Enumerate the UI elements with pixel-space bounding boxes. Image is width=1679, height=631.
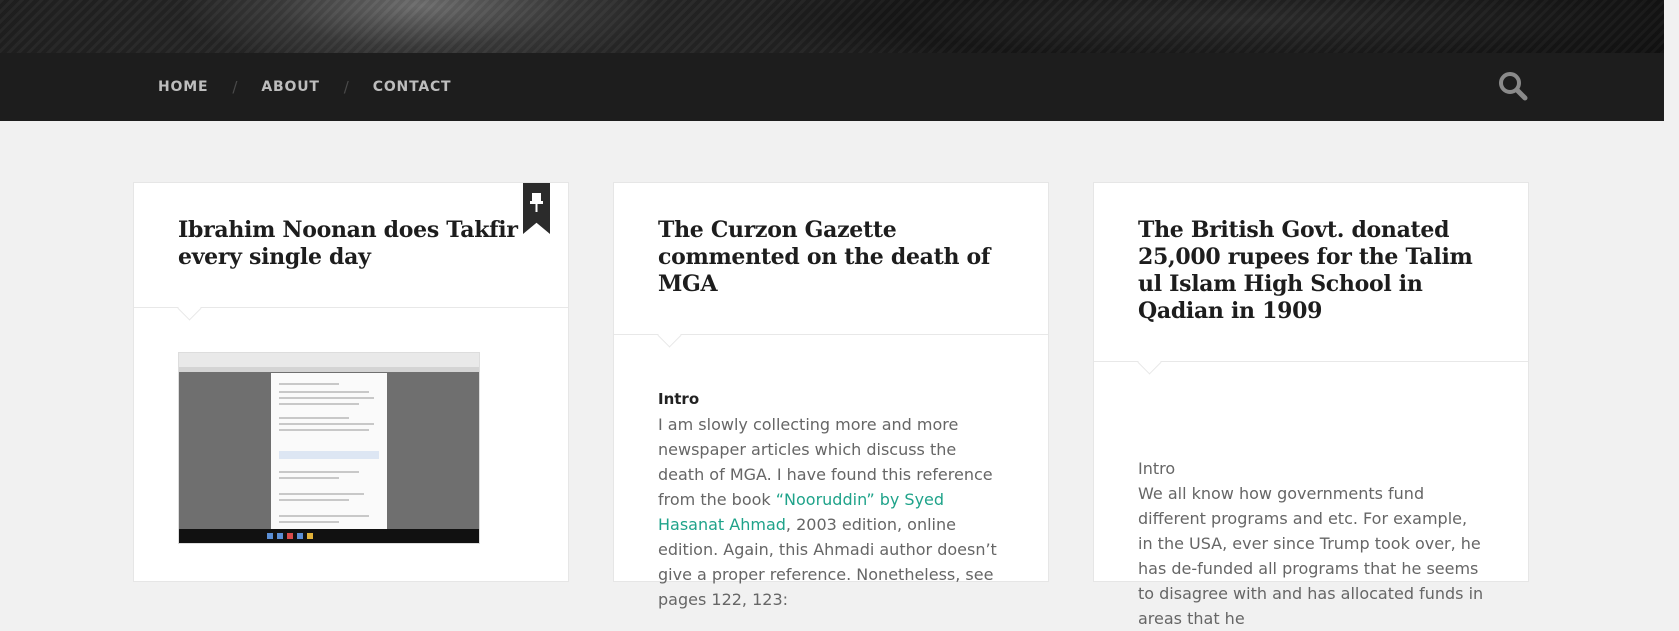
featured-image[interactable] [178,352,480,544]
browser-tab-bar [179,353,479,367]
post-header: Ibrahim Noonan does Takfir every single … [134,183,568,308]
intro-heading: Intro [1138,459,1176,478]
post-title-link[interactable]: The British Govt. donated 25,000 rupees … [1094,183,1528,361]
search-icon [1499,72,1528,101]
post-excerpt: I am slowly collecting more and more new… [658,412,1004,612]
post-header: The Curzon Gazette commented on the deat… [614,183,1048,335]
post-card: Ibrahim Noonan does Takfir every single … [133,182,569,582]
post-content: Intro I am slowly collecting more and mo… [614,335,1048,612]
nav-separator: / [232,78,238,96]
nav-separator: / [343,78,349,96]
browser-address-bar [179,367,479,372]
post-card: The Curzon Gazette commented on the deat… [613,182,1049,609]
nav-menu: Home / About / Contact [158,53,451,121]
header-banner-image [0,0,1664,53]
main-navigation: Home / About / Contact [0,53,1664,121]
post-title-link[interactable]: The Curzon Gazette commented on the deat… [614,183,1048,334]
intro-heading: Intro [658,390,700,408]
search-toggle-button[interactable] [1496,69,1530,103]
post-card: The British Govt. donated 25,000 rupees … [1093,182,1529,628]
post-content [134,352,568,544]
nav-contact-link[interactable]: Contact [373,79,452,95]
post-header: The British Govt. donated 25,000 rupees … [1094,183,1528,362]
tweet-popup [271,373,387,533]
nav-home-link[interactable]: Home [158,79,208,95]
taskbar [179,529,479,543]
nav-about-link[interactable]: About [261,79,319,95]
post-excerpt: We all know how governments fund differe… [1138,484,1484,628]
post-content: Intro We all know how governments fund d… [1094,362,1528,631]
post-title-link[interactable]: Ibrahim Noonan does Takfir every single … [134,183,568,307]
